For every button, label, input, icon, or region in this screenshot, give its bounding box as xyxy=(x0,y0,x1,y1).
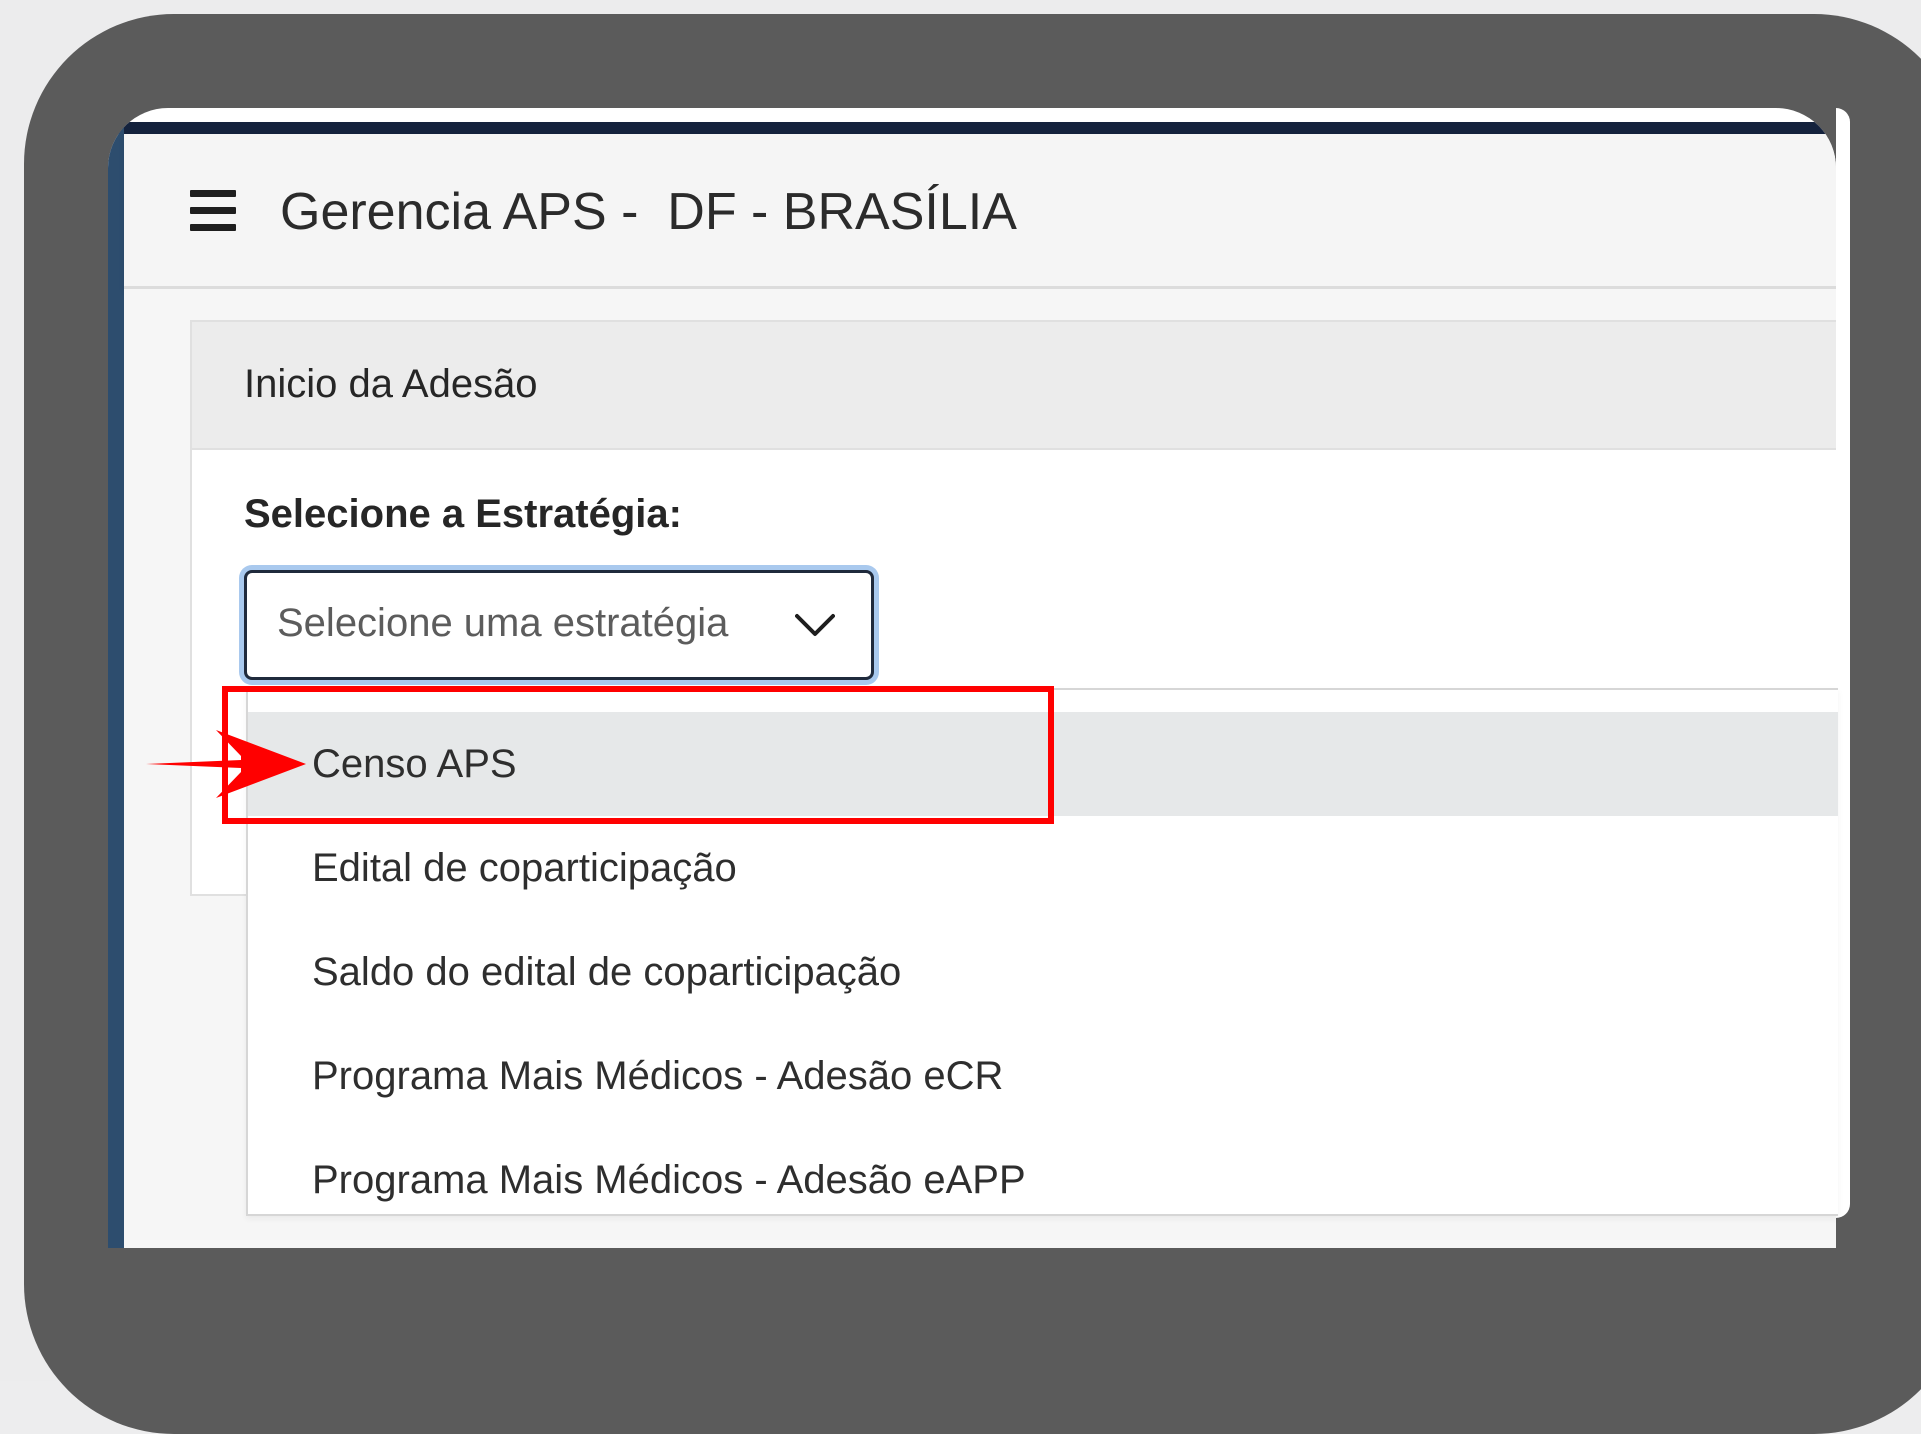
option-mais-medicos-ecr[interactable]: Programa Mais Médicos - Adesão eCR xyxy=(248,1024,1838,1128)
card-header: Inicio da Adesão xyxy=(192,322,1836,450)
option-label: Programa Mais Médicos - Adesão eAPP xyxy=(312,1158,1026,1202)
red-arrow-icon xyxy=(146,730,306,798)
top-navbar: Gerencia APS - DF - BRASÍLIA xyxy=(124,134,1836,289)
option-label: Edital de coparticipação xyxy=(312,846,737,890)
option-label: Programa Mais Médicos - Adesão eCR xyxy=(312,1054,1004,1098)
hamburger-menu-icon[interactable] xyxy=(190,190,236,232)
sidebar-edge xyxy=(108,122,124,1248)
page-title: Gerencia APS - DF - BRASÍLIA xyxy=(280,183,1017,241)
option-edital-coparticipacao[interactable]: Edital de coparticipação xyxy=(248,816,1838,920)
select-placeholder: Selecione uma estratégia xyxy=(277,601,729,645)
screen-edge xyxy=(1836,108,1850,1218)
option-saldo-edital[interactable]: Saldo do edital de coparticipação xyxy=(248,920,1838,1024)
highlight-annotation-box xyxy=(222,686,1054,824)
strategy-select[interactable]: Selecione uma estratégia xyxy=(244,570,874,680)
navbar-top-border xyxy=(108,122,1836,134)
chevron-down-icon xyxy=(795,614,835,636)
card-title: Inicio da Adesão xyxy=(244,362,538,406)
strategy-field-label: Selecione a Estratégia: xyxy=(244,492,682,536)
option-label: Saldo do edital de coparticipação xyxy=(312,950,902,994)
option-mais-medicos-eapp[interactable]: Programa Mais Médicos - Adesão eAPP xyxy=(248,1128,1838,1232)
